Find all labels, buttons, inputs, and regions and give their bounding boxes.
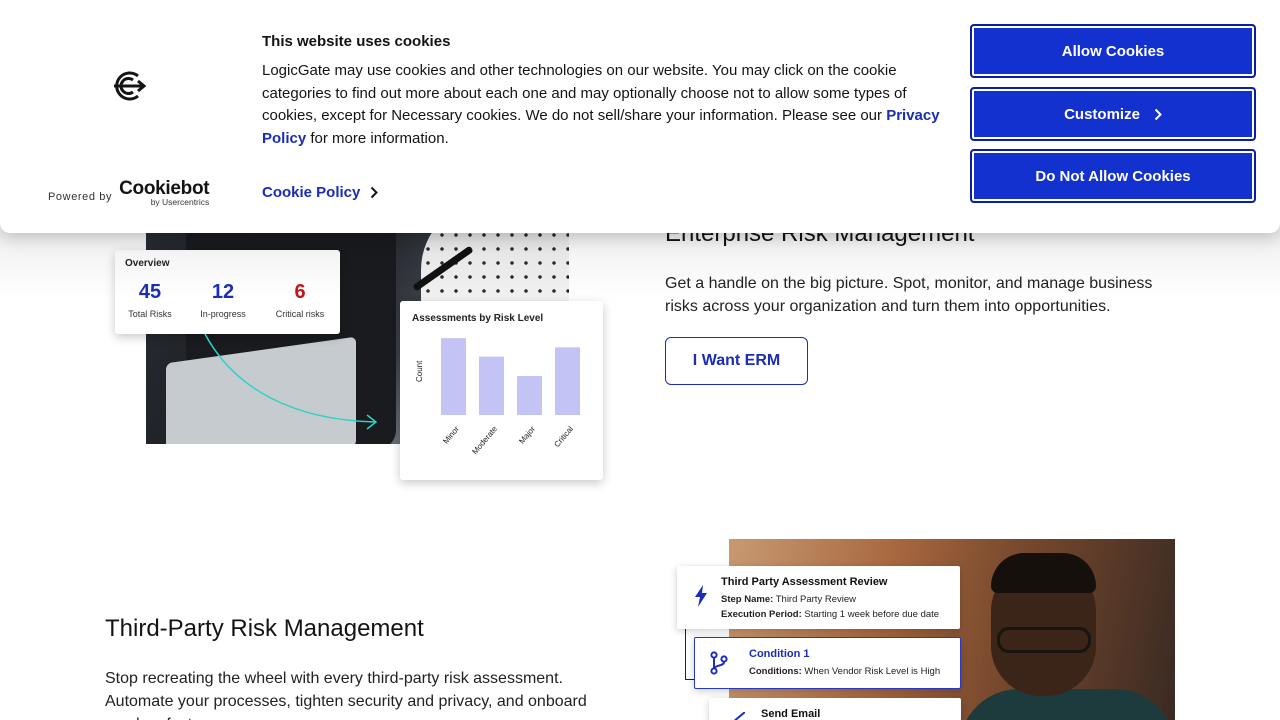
chart-bar bbox=[517, 376, 542, 415]
i-want-erm-button[interactable]: I Want ERM bbox=[665, 337, 808, 385]
do-not-allow-cookies-button[interactable]: Do Not Allow Cookies bbox=[970, 149, 1256, 203]
stat-in-progress: 12 In-progress bbox=[188, 280, 258, 319]
tprm-description: Stop recreating the wheel with every thi… bbox=[105, 670, 587, 720]
tprm-heading: Third-Party Risk Management bbox=[105, 615, 424, 642]
chart-bar bbox=[479, 356, 504, 415]
workflow-condition-card: Condition 1 Conditions: When Vendor Risk… bbox=[694, 637, 961, 689]
stat-value: 6 bbox=[294, 281, 306, 303]
workflow-condition-title: Condition 1 bbox=[749, 648, 810, 660]
chart-ylabel: Count bbox=[415, 360, 424, 382]
workflow-step-card: Third Party Assessment Review Step Name:… bbox=[677, 566, 960, 629]
customize-button[interactable]: Customize bbox=[970, 87, 1256, 141]
assessments-bar-chart: Count Minor Moderate Major Critical bbox=[415, 338, 580, 456]
glasses-shape bbox=[997, 627, 1091, 653]
branch-icon bbox=[710, 651, 728, 675]
cookie-banner-body: LogicGate may use cookies and other tech… bbox=[262, 60, 952, 151]
cookie-consent-banner: Powered by Cookiebot by Usercentrics Thi… bbox=[0, 0, 1280, 233]
logicgate-logo-icon bbox=[114, 71, 147, 101]
overview-title: Overview bbox=[125, 258, 170, 269]
stat-total-risks: 45 Total Risks bbox=[115, 280, 185, 319]
allow-cookies-button[interactable]: Allow Cookies bbox=[970, 24, 1256, 78]
chart-tick-label: Moderate bbox=[470, 424, 499, 456]
workflow-email-title: Send Email bbox=[761, 708, 821, 720]
person-shirt bbox=[959, 689, 1175, 720]
cookie-body-text-end: for more information. bbox=[306, 130, 449, 148]
powered-by-text: Powered by bbox=[48, 190, 113, 203]
workflow-email-card: Send Email bbox=[709, 698, 961, 720]
chart-tick-label: Critical bbox=[552, 424, 575, 449]
person-hair bbox=[991, 553, 1096, 593]
workflow-connector bbox=[685, 628, 686, 680]
workflow-step-title: Third Party Assessment Review bbox=[721, 576, 888, 588]
stat-label: Total Risks bbox=[128, 309, 172, 319]
connector-arrow-icon bbox=[204, 333, 378, 430]
powered-by-cookiebot[interactable]: Powered by Cookiebot by Usercentrics bbox=[48, 178, 210, 207]
stat-label: In-progress bbox=[200, 309, 246, 319]
allow-cookies-label: Allow Cookies bbox=[1061, 42, 1165, 60]
send-icon bbox=[733, 712, 745, 720]
chart-bar bbox=[441, 338, 466, 415]
workflow-step-detail: Execution Period: Starting 1 week before… bbox=[721, 609, 940, 620]
stat-label: Critical risks bbox=[275, 309, 325, 319]
cookiebot-name: Cookiebot bbox=[119, 178, 210, 199]
chevron-right-icon bbox=[1154, 108, 1162, 120]
workflow-step-detail: Step Name: Third Party Review bbox=[721, 594, 856, 605]
cookie-policy-link[interactable]: Cookie Policy bbox=[262, 184, 379, 201]
chart-tick-label: Minor bbox=[441, 424, 461, 445]
workflow-condition-detail: Conditions: When Vendor Risk Level is Hi… bbox=[749, 666, 941, 677]
cookiebot-logo: Cookiebot by Usercentrics bbox=[119, 178, 210, 207]
cookiebot-sub: by Usercentrics bbox=[150, 197, 210, 207]
assessments-chart-card: Assessments by Risk Level Count Minor Mode… bbox=[400, 301, 603, 480]
cookie-policy-label: Cookie Policy bbox=[262, 184, 361, 201]
chart-bar bbox=[555, 347, 580, 415]
lightning-icon bbox=[695, 585, 707, 607]
chevron-right-icon bbox=[371, 186, 379, 199]
cookie-banner-title: This website uses cookies bbox=[262, 33, 451, 50]
stat-value: 45 bbox=[138, 281, 162, 303]
do-not-allow-label: Do Not Allow Cookies bbox=[1035, 167, 1191, 185]
cookie-body-text: LogicGate may use cookies and other tech… bbox=[262, 62, 907, 125]
erm-description: Get a handle on the big picture. Spot, m… bbox=[665, 275, 1153, 315]
stat-critical-risks: 6 Critical risks bbox=[265, 280, 335, 319]
customize-label: Customize bbox=[1064, 105, 1140, 123]
stat-value: 12 bbox=[211, 281, 235, 303]
chart-tick-label: Major bbox=[517, 424, 537, 445]
